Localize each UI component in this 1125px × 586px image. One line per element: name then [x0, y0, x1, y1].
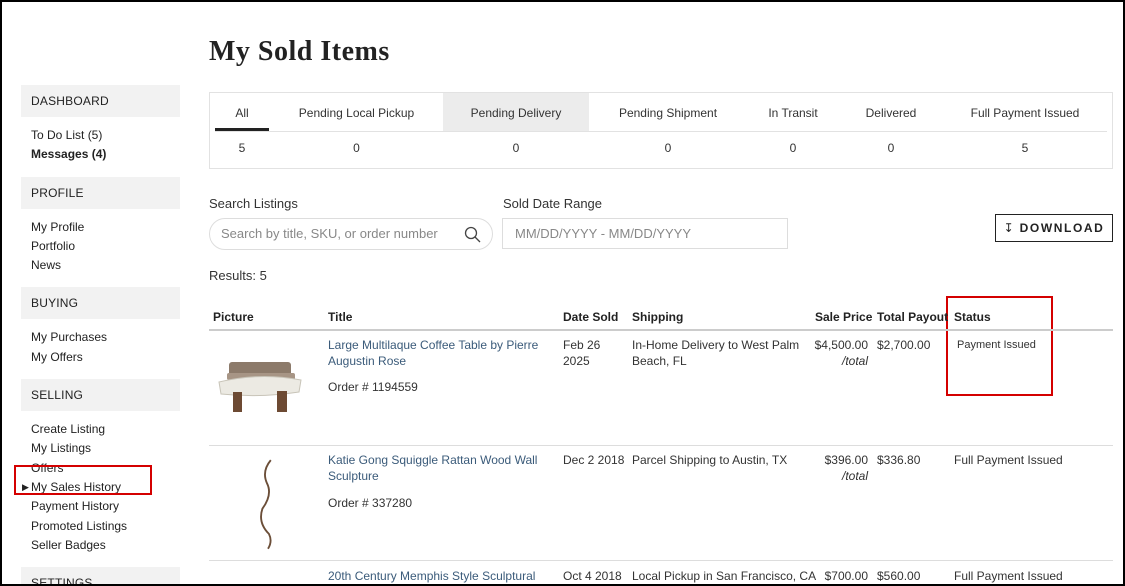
sidebar-item-my-purchases[interactable]: My Purchases [31, 328, 180, 347]
sale-price-value: $396.00 [824, 453, 868, 467]
tab-in-transit[interactable]: In Transit [753, 93, 833, 131]
column-header-total-payout: Total Payout [877, 310, 949, 324]
status-tabs: All Pending Local Pickup Pending Deliver… [209, 92, 1113, 169]
sidebar-item-promoted-listings[interactable]: Promoted Listings [31, 517, 180, 536]
item-title-link[interactable]: 20th Century Memphis Style Sculptural [328, 568, 535, 584]
sidebar-section-settings: SETTINGS [21, 567, 180, 584]
column-header-date-sold: Date Sold [563, 310, 619, 324]
tab-count-full-payment-issued: 5 [1021, 141, 1029, 155]
sidebar-item-my-offers[interactable]: My Offers [31, 348, 180, 367]
tab-all[interactable]: All [215, 93, 269, 131]
search-input[interactable] [221, 226, 461, 241]
sidebar-item-news[interactable]: News [31, 256, 180, 275]
sale-price-suffix: /total [841, 469, 868, 483]
tab-label: Pending Delivery [470, 106, 562, 120]
status-text: Payment Issued [957, 339, 1036, 351]
item-title-link[interactable]: Large Multilaque Coffee Table by Pierre … [328, 337, 543, 369]
sidebar-item-my-profile[interactable]: My Profile [31, 218, 180, 237]
header-divider [209, 329, 1113, 331]
tab-pending-local-pickup[interactable]: Pending Local Pickup [290, 93, 423, 131]
shipping-info: Parcel Shipping to Austin, TX [632, 453, 788, 467]
sidebar-item-my-listings[interactable]: My Listings [31, 439, 180, 458]
sidebar-item-create-listing[interactable]: Create Listing [31, 420, 180, 439]
tab-pending-delivery[interactable]: Pending Delivery [443, 93, 589, 131]
column-header-picture: Picture [213, 310, 254, 324]
tab-count-pending-delivery: 0 [512, 141, 520, 155]
coffee-table-thumbnail[interactable] [215, 348, 305, 418]
total-payout: $336.80 [877, 453, 921, 467]
item-title-link[interactable]: Katie Gong Squiggle Rattan Wood Wall Scu… [328, 452, 543, 484]
sidebar-section-dashboard: DASHBOARD To Do List (5) Messages (4) [21, 85, 180, 177]
search-field[interactable] [209, 218, 493, 250]
page-title: My Sold Items [209, 36, 390, 67]
sidebar-section-buying: BUYING My Purchases My Offers [21, 287, 180, 379]
status-text: Full Payment Issued [954, 453, 1063, 467]
results-count: Results: 5 [209, 268, 267, 283]
sale-price: $396.00 /total [802, 452, 868, 484]
tab-label: All [235, 106, 249, 120]
date-sold: Feb 26 2025 [563, 338, 601, 368]
sidebar-item-payment-history[interactable]: Payment History [31, 497, 180, 516]
column-header-status: Status [954, 310, 991, 324]
sidebar-nav: DASHBOARD To Do List (5) Messages (4) PR… [21, 85, 180, 584]
sidebar-heading-selling: SELLING [21, 379, 180, 412]
sidebar-section-profile: PROFILE My Profile Portfolio News [21, 176, 180, 288]
tab-label: In Transit [768, 106, 818, 120]
tab-divider [215, 131, 1107, 132]
tab-count-pending-shipment: 0 [664, 141, 672, 155]
tab-label: Full Payment Issued [970, 106, 1080, 120]
order-number: Order # 1194559 [328, 380, 418, 394]
sidebar-item-to-do-list[interactable]: To Do List (5) [31, 126, 180, 145]
shipping-info: Local Pickup in San Francisco, CA [632, 569, 817, 583]
tab-label: Pending Shipment [618, 106, 718, 120]
download-label: DOWNLOAD [1019, 221, 1105, 235]
sidebar-heading-settings[interactable]: SETTINGS [21, 567, 180, 584]
search-label: Search Listings [209, 196, 298, 211]
app-window: DASHBOARD To Do List (5) Messages (4) PR… [0, 0, 1125, 586]
row-divider [209, 560, 1113, 561]
tab-label: Pending Local Pickup [298, 106, 415, 120]
tab-full-payment-issued[interactable]: Full Payment Issued [960, 93, 1090, 131]
tab-count-delivered: 0 [887, 141, 895, 155]
sale-price-suffix: /total [841, 354, 868, 368]
search-icon[interactable] [463, 225, 483, 245]
row-divider [209, 445, 1113, 446]
sale-price-value: $4,500.00 [814, 338, 868, 352]
sidebar-item-seller-badges[interactable]: Seller Badges [31, 536, 180, 555]
order-number: Order # 337280 [328, 496, 413, 510]
sidebar-heading-profile: PROFILE [21, 176, 180, 209]
date-range-input[interactable] [515, 226, 775, 241]
column-header-sale-price: Sale Price [815, 310, 873, 324]
date-range-label: Sold Date Range [503, 196, 603, 211]
status-text: Full Payment Issued [954, 569, 1063, 583]
column-header-shipping: Shipping [632, 310, 684, 324]
total-payout: $2,700.00 [877, 338, 931, 352]
shipping-info: In-Home Delivery to West Palm Beach, FL [632, 338, 800, 368]
sale-price-value: $700.00 [824, 569, 868, 583]
tab-count-pending-local-pickup: 0 [353, 141, 360, 155]
sidebar-item-portfolio[interactable]: Portfolio [31, 237, 180, 256]
sidebar-heading-dashboard: DASHBOARD [21, 85, 180, 117]
wall-sculpture-thumbnail[interactable] [254, 454, 282, 554]
download-button[interactable]: ↧ DOWNLOAD [995, 214, 1113, 242]
sale-price: $4,500.00 /total [802, 337, 868, 369]
tab-count-in-transit: 0 [789, 141, 797, 155]
download-icon: ↧ [1003, 221, 1014, 235]
date-sold: Oct 4 2018 [563, 569, 622, 583]
sidebar-heading-buying: BUYING [21, 287, 180, 320]
total-payout: $560.00 [877, 569, 921, 583]
highlight-box-sales-history [14, 465, 152, 495]
tab-pending-shipment[interactable]: Pending Shipment [603, 93, 733, 131]
tab-delivered[interactable]: Delivered [851, 93, 931, 131]
column-header-title: Title [328, 310, 353, 324]
tab-count-all: 5 [238, 141, 246, 155]
date-range-field[interactable] [502, 218, 788, 249]
sidebar-item-messages[interactable]: Messages (4) [31, 145, 180, 164]
date-sold: Dec 2 2018 [563, 453, 625, 467]
tab-label: Delivered [865, 106, 917, 120]
